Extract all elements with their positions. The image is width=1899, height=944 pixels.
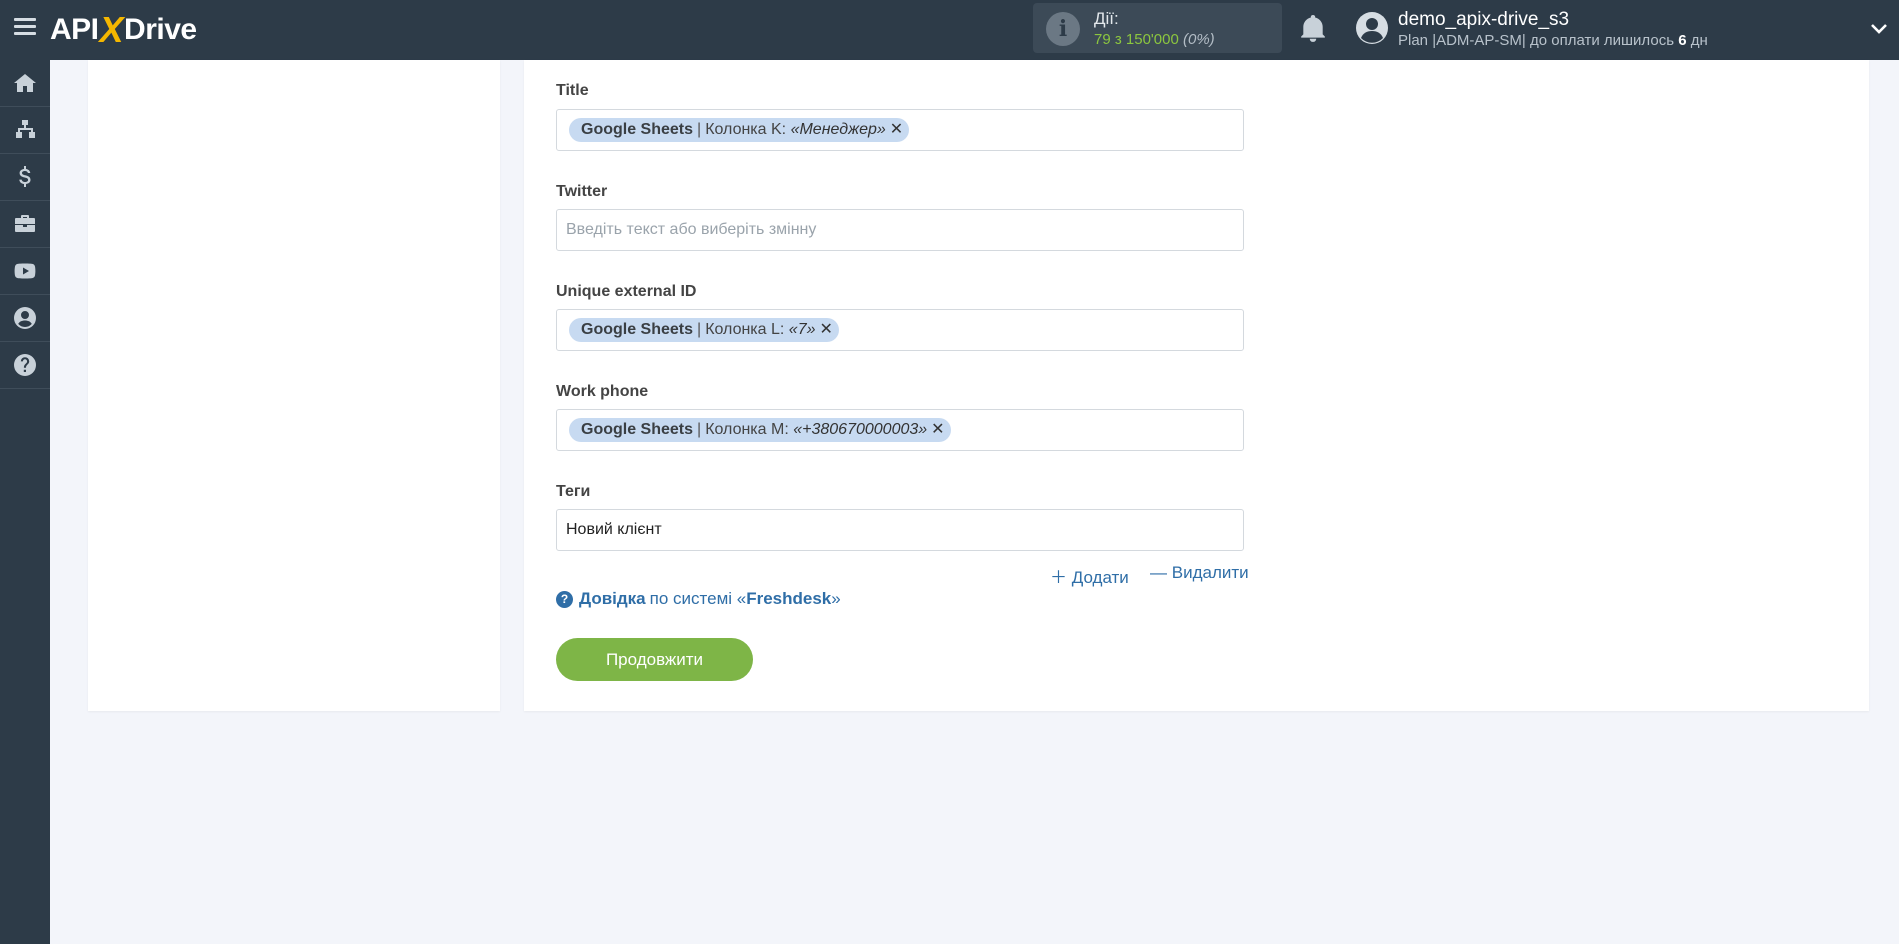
continue-button[interactable]: Продовжити: [556, 638, 753, 681]
close-icon[interactable]: ✕: [931, 418, 944, 442]
title-input[interactable]: Google Sheets | Колонка K: «Менеджер» ✕: [556, 109, 1244, 151]
home-icon: [14, 74, 36, 92]
question-circle-icon: [14, 354, 36, 376]
close-icon[interactable]: ✕: [820, 318, 833, 342]
briefcase-icon: [15, 215, 35, 232]
user-name[interactable]: demo_apix-drive_s3: [1398, 9, 1569, 31]
chevron-down-icon[interactable]: [1870, 20, 1888, 38]
sidebar-item-services[interactable]: [0, 201, 50, 248]
sidebar-item-profile[interactable]: [0, 295, 50, 342]
variable-tag: Google Sheets | Колонка K: «Менеджер» ✕: [569, 118, 910, 142]
user-circle-icon: [14, 307, 36, 329]
unique-id-input[interactable]: Google Sheets | Колонка L: «7» ✕: [556, 309, 1244, 351]
question-circle-icon: ?: [556, 590, 573, 608]
add-button[interactable]: ＋ Додати: [1050, 563, 1129, 588]
bell-icon[interactable]: [1300, 15, 1326, 43]
unique-id-label: Unique external ID: [556, 283, 697, 300]
sidebar-item-connections[interactable]: [0, 107, 50, 154]
twitter-placeholder: Введіть текст або виберіть змінну: [566, 221, 817, 238]
actions-count: 79 з 150'000 (0%): [1094, 31, 1215, 48]
work-phone-input[interactable]: Google Sheets | Колонка M: «+380670000003»…: [556, 409, 1244, 451]
logo-text-x: X: [99, 9, 124, 50]
tags-value: Новий клієнт: [566, 521, 662, 538]
close-icon[interactable]: ✕: [890, 118, 903, 142]
actions-counter[interactable]: i Дії: 79 з 150'000 (0%): [1033, 3, 1282, 53]
top-bar: API X Drive i Дії: 79 з 150'000 (0%) demo_…: [0, 0, 1899, 60]
twitter-label: Twitter: [556, 183, 608, 200]
variable-tag: Google Sheets | Колонка L: «7» ✕: [569, 318, 839, 342]
help-link[interactable]: ? Довідка по системі «Freshdesk»: [556, 589, 841, 609]
tags-label: Теги: [556, 483, 591, 500]
sidebar: [0, 60, 50, 944]
work-phone-label: Work phone: [556, 383, 649, 400]
actions-label: Дії:: [1094, 9, 1119, 28]
menu-icon[interactable]: [14, 18, 36, 36]
avatar[interactable]: [1355, 11, 1389, 45]
dollar-icon: [19, 166, 31, 187]
remove-button[interactable]: — Видалити: [1150, 563, 1249, 583]
title-label: Title: [556, 82, 589, 99]
tags-input[interactable]: Новий клієнт: [556, 509, 1244, 551]
logo-text-api: API: [50, 13, 99, 46]
sitemap-icon: [16, 120, 35, 138]
twitter-input[interactable]: Введіть текст або виберіть змінну: [556, 209, 1244, 251]
youtube-icon: [14, 263, 36, 279]
main-panel: [524, 60, 1869, 711]
left-panel: [88, 60, 500, 711]
sidebar-item-billing[interactable]: [0, 154, 50, 201]
info-icon: i: [1046, 12, 1080, 46]
user-plan: Plan |ADM-AP-SM| до оплати лишилось 6 дн: [1398, 32, 1708, 49]
variable-tag: Google Sheets | Колонка M: «+380670000003»…: [569, 418, 951, 442]
sidebar-item-help[interactable]: [0, 342, 50, 389]
sidebar-item-home[interactable]: [0, 60, 50, 107]
logo-text-drive: Drive: [124, 13, 197, 46]
sidebar-item-video[interactable]: [0, 248, 50, 295]
logo[interactable]: API X Drive: [50, 9, 197, 50]
